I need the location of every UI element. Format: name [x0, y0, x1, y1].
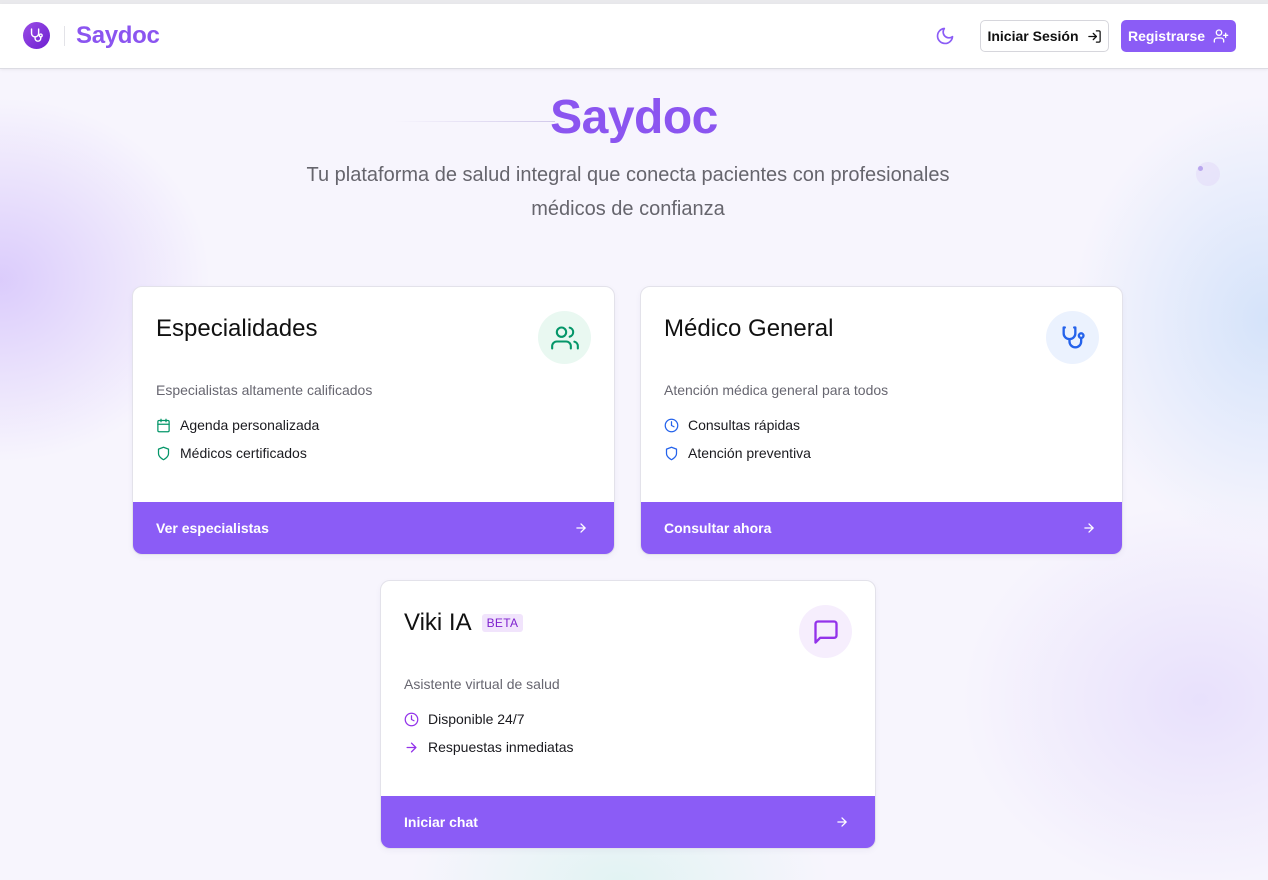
ver-especialistas-button[interactable]: Ver especialistas	[133, 502, 614, 554]
beta-badge: BETA	[481, 614, 524, 632]
clock-icon	[404, 712, 419, 726]
logo-separator	[64, 26, 65, 46]
arrow-right-icon	[576, 523, 586, 533]
user-plus-icon	[1213, 29, 1229, 43]
stethoscope-logo-icon[interactable]	[23, 22, 50, 49]
card-title: Médico General	[664, 315, 834, 342]
card-description: Atención médica general para todos	[664, 382, 889, 398]
register-button[interactable]: Registrarse	[1121, 20, 1236, 52]
users-icon	[538, 311, 591, 364]
card-title: Especialidades	[156, 315, 318, 342]
decorative-dot	[1198, 166, 1203, 171]
feature-item: Atención preventiva	[664, 445, 811, 461]
card-especialidades: Especialidades Especialistas altamente c…	[132, 286, 615, 555]
login-button[interactable]: Iniciar Sesión	[980, 20, 1109, 52]
feature-item: Disponible 24/7	[404, 711, 525, 727]
log-in-icon	[1087, 29, 1101, 43]
hero-subtitle: Tu plataforma de salud integral que cone…	[306, 164, 950, 220]
stethoscope-icon	[1046, 311, 1099, 364]
card-description: Especialistas altamente calificados	[156, 382, 373, 398]
arrow-right-icon	[406, 742, 417, 752]
register-label: Registrarse	[1127, 28, 1206, 44]
clock-icon	[664, 418, 679, 432]
calendar-icon	[157, 418, 170, 432]
feature-item: Agenda personalizada	[156, 417, 319, 433]
feature-item: Médicos certificados	[156, 445, 307, 461]
brand-name[interactable]: Saydoc	[76, 22, 160, 50]
hero-title: Saydoc	[550, 91, 718, 144]
card-title: Viki IA BETA	[404, 609, 524, 637]
feature-item: Respuestas inmediatas	[404, 739, 574, 755]
shield-icon	[157, 446, 170, 460]
consultar-ahora-button[interactable]: Consultar ahora	[641, 502, 1122, 554]
chat-icon	[799, 605, 852, 658]
moon-icon[interactable]	[935, 26, 955, 46]
feature-item: Consultas rápidas	[664, 417, 800, 433]
login-label: Iniciar Sesión	[987, 28, 1079, 44]
card-description: Asistente virtual de salud	[404, 676, 560, 692]
arrow-right-icon	[1084, 523, 1094, 533]
iniciar-chat-button[interactable]: Iniciar chat	[381, 796, 875, 848]
card-viki-ia: Viki IA BETA Asistente virtual de salud …	[380, 580, 876, 849]
shield-icon	[665, 446, 678, 460]
arrow-right-icon	[837, 817, 847, 827]
card-medico-general: Médico General Atención médica general p…	[640, 286, 1123, 555]
top-navbar: Saydoc Iniciar Sesión Registrarse	[0, 4, 1268, 69]
